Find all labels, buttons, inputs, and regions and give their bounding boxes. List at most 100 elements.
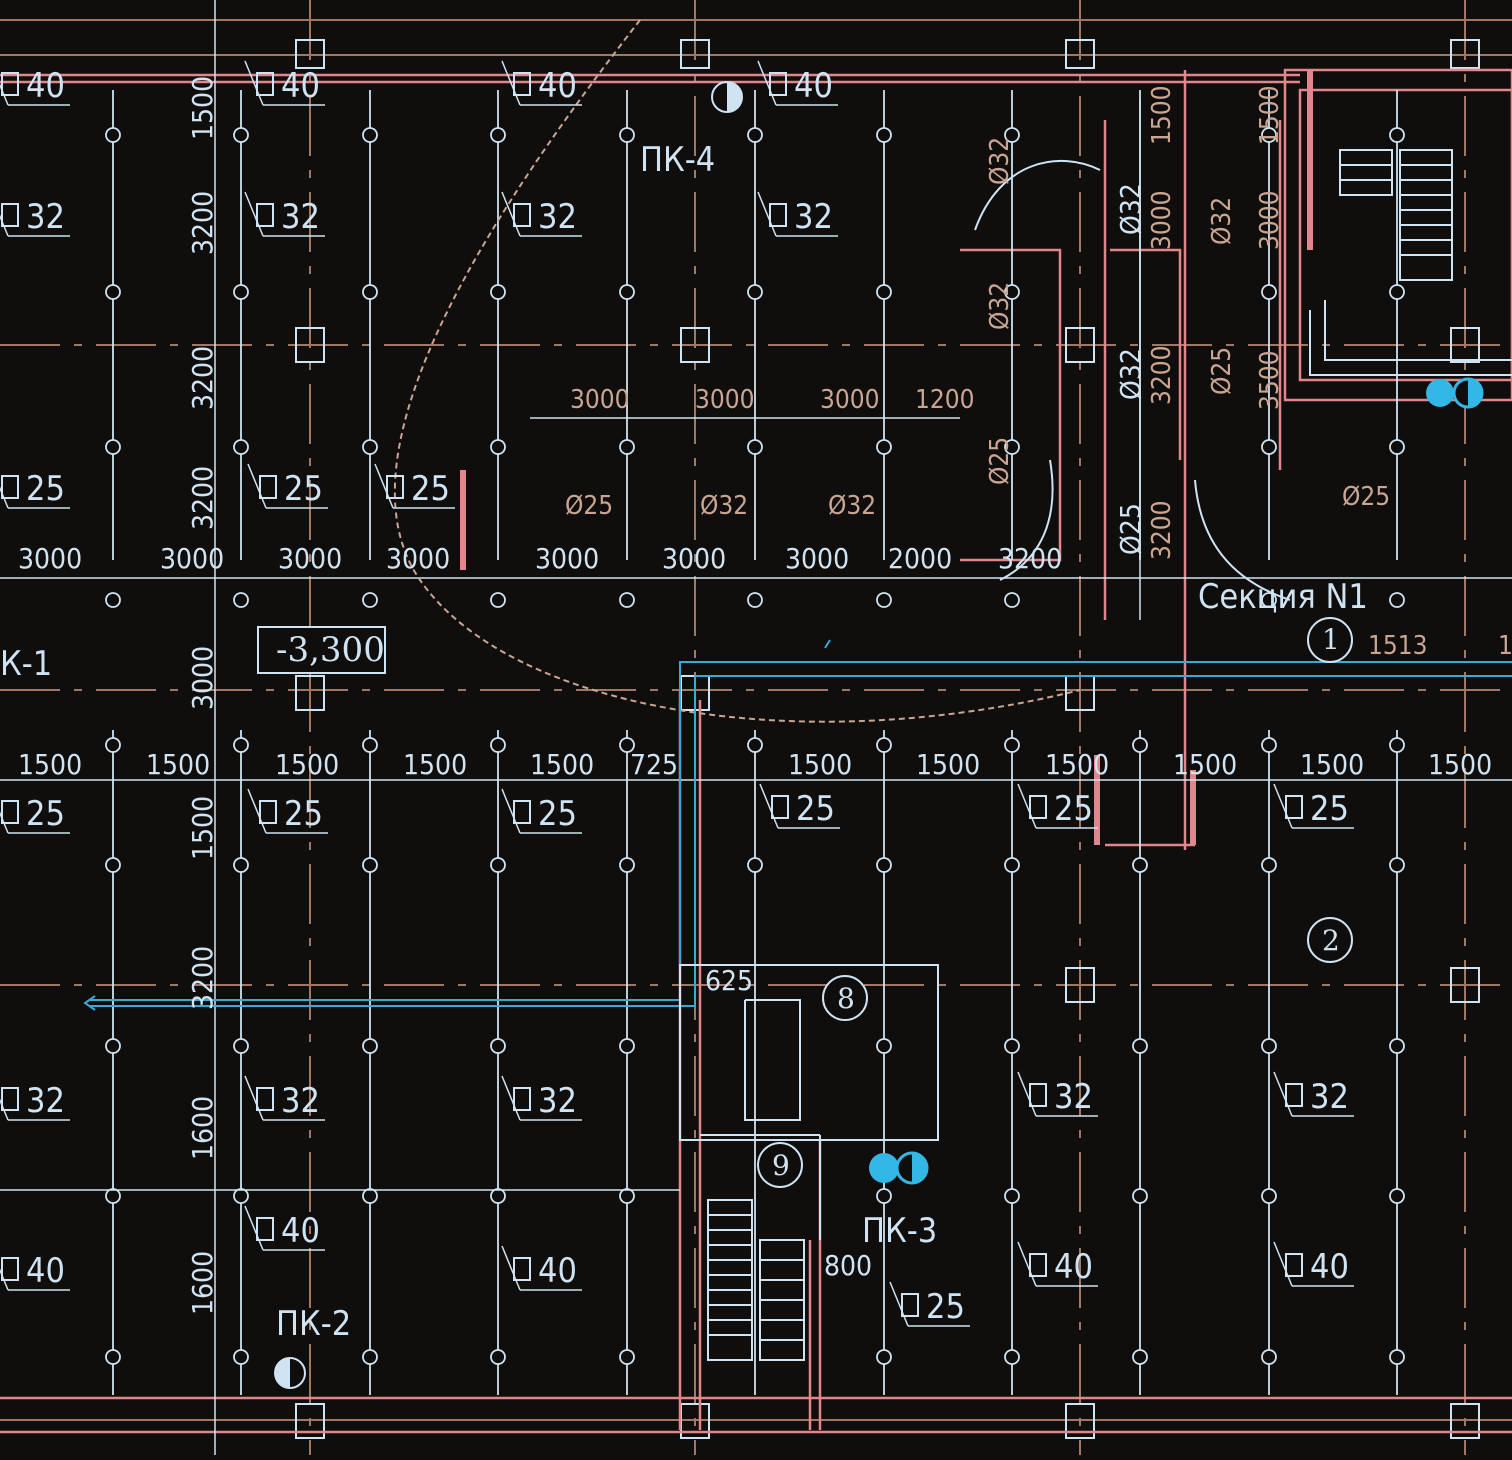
- square-mark: 25: [889, 1281, 970, 1327]
- square-mark-text: 32: [26, 1081, 65, 1121]
- sprinkler-head: [105, 1188, 121, 1204]
- square-mark: 25: [247, 788, 328, 834]
- square-mark-text: 25: [538, 794, 577, 834]
- label-pk1: К-1: [0, 644, 52, 684]
- square-mark-text: 25: [411, 469, 450, 509]
- square-mark: 25: [247, 463, 328, 509]
- square-mark: 25: [501, 788, 582, 834]
- sprinkler-head: [747, 439, 763, 455]
- dim-row-1500: 1500: [146, 748, 210, 781]
- dim-vertical-left: 1500: [186, 76, 219, 140]
- square-mark: 40: [0, 1251, 70, 1291]
- square-mark-text: 32: [538, 1081, 577, 1121]
- sprinkler-head: [490, 737, 506, 753]
- sprinkler-head: [1389, 737, 1405, 753]
- dim-vertical-left: 3200: [186, 191, 219, 255]
- dim-vertical-right-a: Ø32: [985, 137, 1015, 185]
- square-mark-text: 40: [538, 66, 577, 106]
- dim-vertical-left: 1600: [186, 1096, 219, 1160]
- square-mark: 32: [1273, 1071, 1354, 1117]
- sprinkler-head: [105, 857, 121, 873]
- dim-row-1500: 1500: [788, 748, 852, 781]
- sprinkler-head: [619, 439, 635, 455]
- dim-row-3000: 3000: [662, 542, 726, 575]
- sprinkler-head: [1389, 284, 1405, 300]
- label-elevation: -3,300: [276, 630, 385, 670]
- sprinkler-head: [876, 1188, 892, 1204]
- dim-1513: 1513: [1368, 631, 1428, 661]
- dim-row-pipes: Ø32: [700, 491, 748, 521]
- square-mark: 32: [244, 191, 325, 237]
- dim-row-1500: 1500: [275, 748, 339, 781]
- sprinkler-head: [105, 127, 121, 143]
- sprinkler-head: [876, 737, 892, 753]
- dim-vertical-left: 1500: [186, 796, 219, 860]
- sprinkler-head: [1261, 737, 1277, 753]
- dim-row-3000: 3200: [998, 542, 1062, 575]
- sprinkler-head: [233, 1188, 249, 1204]
- sprinkler-head: [233, 1038, 249, 1054]
- dim-row-upper: 3000: [820, 385, 880, 415]
- square-mark-text: 25: [26, 794, 65, 834]
- floor-plan-svg: 40 40 40 40 32 32 32 32 25 25 25 25 25 25 25 25 25 32 32 32…: [0, 0, 1512, 1455]
- square-mark-text: 32: [794, 197, 833, 237]
- sprinkler-head: [876, 1349, 892, 1365]
- dim-vertical-left: 1600: [186, 1251, 219, 1315]
- dim-row-1500: 1500: [1173, 748, 1237, 781]
- sprinkler-head: [876, 1038, 892, 1054]
- sprinkler-head: [1389, 1188, 1405, 1204]
- sprinkler-head: [619, 1349, 635, 1365]
- dim-row-1500: 1500: [916, 748, 980, 781]
- sprinkler-head: [747, 737, 763, 753]
- dim-row-1500: 1500: [530, 748, 594, 781]
- circle-2-label: 2: [1322, 924, 1340, 957]
- sprinkler-head: [490, 439, 506, 455]
- square-mark-text: 32: [1310, 1077, 1349, 1117]
- square-mark: 40: [244, 60, 325, 106]
- dim-vertical-right-b: 3200: [1147, 500, 1177, 560]
- dim-vertical-right-b: 3000: [1147, 190, 1177, 250]
- square-mark-text: 40: [281, 1211, 320, 1251]
- square-mark: 32: [757, 191, 838, 237]
- sprinkler-head: [490, 1349, 506, 1365]
- sprinkler-head: [876, 439, 892, 455]
- square-mark-text: 40: [1054, 1247, 1093, 1287]
- sprinkler-head: [747, 127, 763, 143]
- stair-top: [1309, 149, 1512, 376]
- square-mark: 40: [244, 1205, 325, 1251]
- sprinkler-head: [619, 592, 635, 608]
- dim-row-1500: 1500: [1045, 748, 1109, 781]
- dim-vertical-right-c: 3500: [1255, 350, 1285, 410]
- square-mark-text: 25: [796, 789, 835, 829]
- square-mark-text: 40: [26, 1251, 65, 1291]
- sprinkler-head: [490, 127, 506, 143]
- dim-vertical-right-c: Ø32: [1207, 197, 1237, 245]
- dim-row-upper: 1200: [915, 385, 975, 415]
- square-mark-text: 25: [926, 1287, 965, 1327]
- square-mark: 25: [1017, 783, 1098, 829]
- square-mark: 40: [501, 60, 582, 106]
- sprinkler-head: [876, 592, 892, 608]
- dim-row-1500: 1500: [1300, 748, 1364, 781]
- dim-vertical-left: 3200: [186, 346, 219, 410]
- dim-625: 625: [705, 964, 753, 997]
- dim-row-3000: 3000: [278, 542, 342, 575]
- sprinkler-head: [619, 1188, 635, 1204]
- square-mark-text: 32: [281, 1081, 320, 1121]
- dim-vertical-right-b: 3200: [1147, 345, 1177, 405]
- square-mark: 40: [1017, 1241, 1098, 1287]
- sprinkler-head: [1132, 857, 1148, 873]
- sprinkler-head: [1389, 127, 1405, 143]
- square-mark-text: 40: [1310, 1247, 1349, 1287]
- square-mark-text: 32: [26, 197, 65, 237]
- dim-vertical-right-a: Ø32: [985, 282, 1015, 330]
- sprinkler-head: [490, 1038, 506, 1054]
- sprinkler-head: [362, 592, 378, 608]
- sprinkler-head: [1004, 592, 1020, 608]
- dim-row-upper: 3000: [570, 385, 630, 415]
- sprinkler-head: [233, 439, 249, 455]
- sprinkler-head: [233, 127, 249, 143]
- sprinkler-head: [619, 284, 635, 300]
- sprinkler-head: [105, 737, 121, 753]
- dim-vertical-right-b: Ø25: [1114, 503, 1147, 555]
